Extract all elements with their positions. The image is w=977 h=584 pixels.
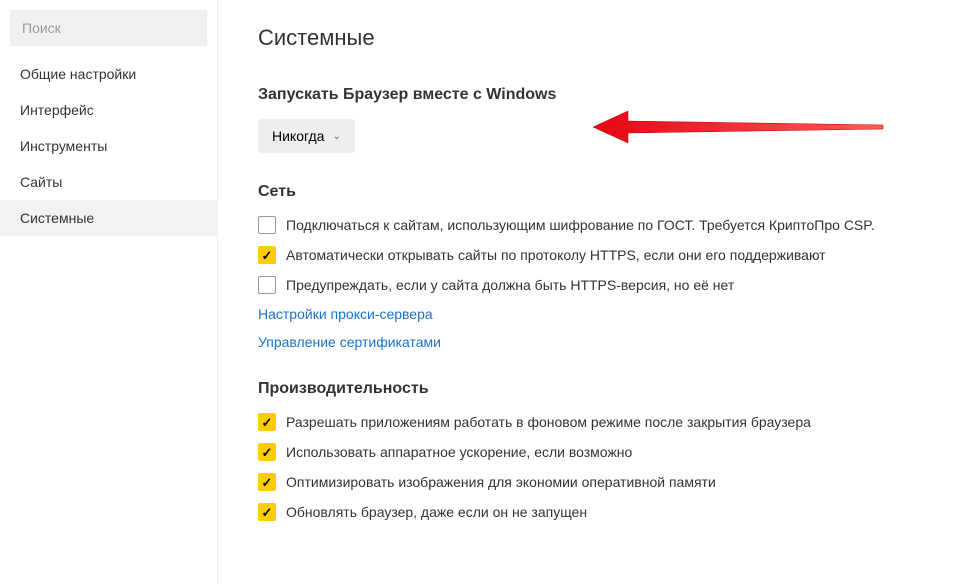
startup-dropdown[interactable]: Никогда ⌄: [258, 119, 355, 153]
perf-option-update: Обновлять браузер, даже если он не запущ…: [258, 503, 937, 521]
checkbox-label: Обновлять браузер, даже если он не запущ…: [286, 504, 587, 520]
checkbox[interactable]: [258, 443, 276, 461]
performance-heading: Производительность: [258, 380, 937, 398]
checkbox[interactable]: [258, 473, 276, 491]
chevron-down-icon: ⌄: [332, 131, 340, 142]
annotation-arrow: [593, 107, 893, 147]
search-input[interactable]: Поиск: [10, 10, 207, 46]
checkbox[interactable]: [258, 503, 276, 521]
checkbox[interactable]: [258, 276, 276, 294]
perf-option-hardware: Использовать аппаратное ускорение, если …: [258, 443, 937, 461]
checkbox[interactable]: [258, 413, 276, 431]
sidebar-item-system[interactable]: Системные: [0, 200, 217, 236]
sidebar-item-sites[interactable]: Сайты: [0, 164, 217, 200]
dropdown-value: Никогда: [272, 128, 324, 144]
certificates-link[interactable]: Управление сертификатами: [258, 334, 937, 350]
network-option-gost: Подключаться к сайтам, использующим шифр…: [258, 216, 937, 234]
sidebar-item-interface[interactable]: Интерфейс: [0, 92, 217, 128]
checkbox-label: Автоматически открывать сайты по протоко…: [286, 247, 826, 263]
checkbox[interactable]: [258, 246, 276, 264]
sidebar: Поиск Общие настройки Интерфейс Инструме…: [0, 0, 218, 584]
checkbox-label: Подключаться к сайтам, использующим шифр…: [286, 217, 875, 233]
network-heading: Сеть: [258, 183, 937, 201]
network-option-https-auto: Автоматически открывать сайты по протоко…: [258, 246, 937, 264]
perf-option-optimize-images: Оптимизировать изображения для экономии …: [258, 473, 937, 491]
checkbox-label: Предупреждать, если у сайта должна быть …: [286, 277, 734, 293]
main-content: Системные Запускать Браузер вместе с Win…: [218, 0, 977, 584]
sidebar-item-general[interactable]: Общие настройки: [0, 56, 217, 92]
checkbox-label: Разрешать приложениям работать в фоновом…: [286, 414, 811, 430]
network-option-https-warn: Предупреждать, если у сайта должна быть …: [258, 276, 937, 294]
startup-heading: Запускать Браузер вместе с Windows: [258, 86, 937, 104]
checkbox[interactable]: [258, 216, 276, 234]
perf-option-background: Разрешать приложениям работать в фоновом…: [258, 413, 937, 431]
page-title: Системные: [258, 25, 937, 51]
checkbox-label: Оптимизировать изображения для экономии …: [286, 474, 716, 490]
sidebar-item-tools[interactable]: Инструменты: [0, 128, 217, 164]
checkbox-label: Использовать аппаратное ускорение, если …: [286, 444, 632, 460]
proxy-settings-link[interactable]: Настройки прокси-сервера: [258, 306, 937, 322]
